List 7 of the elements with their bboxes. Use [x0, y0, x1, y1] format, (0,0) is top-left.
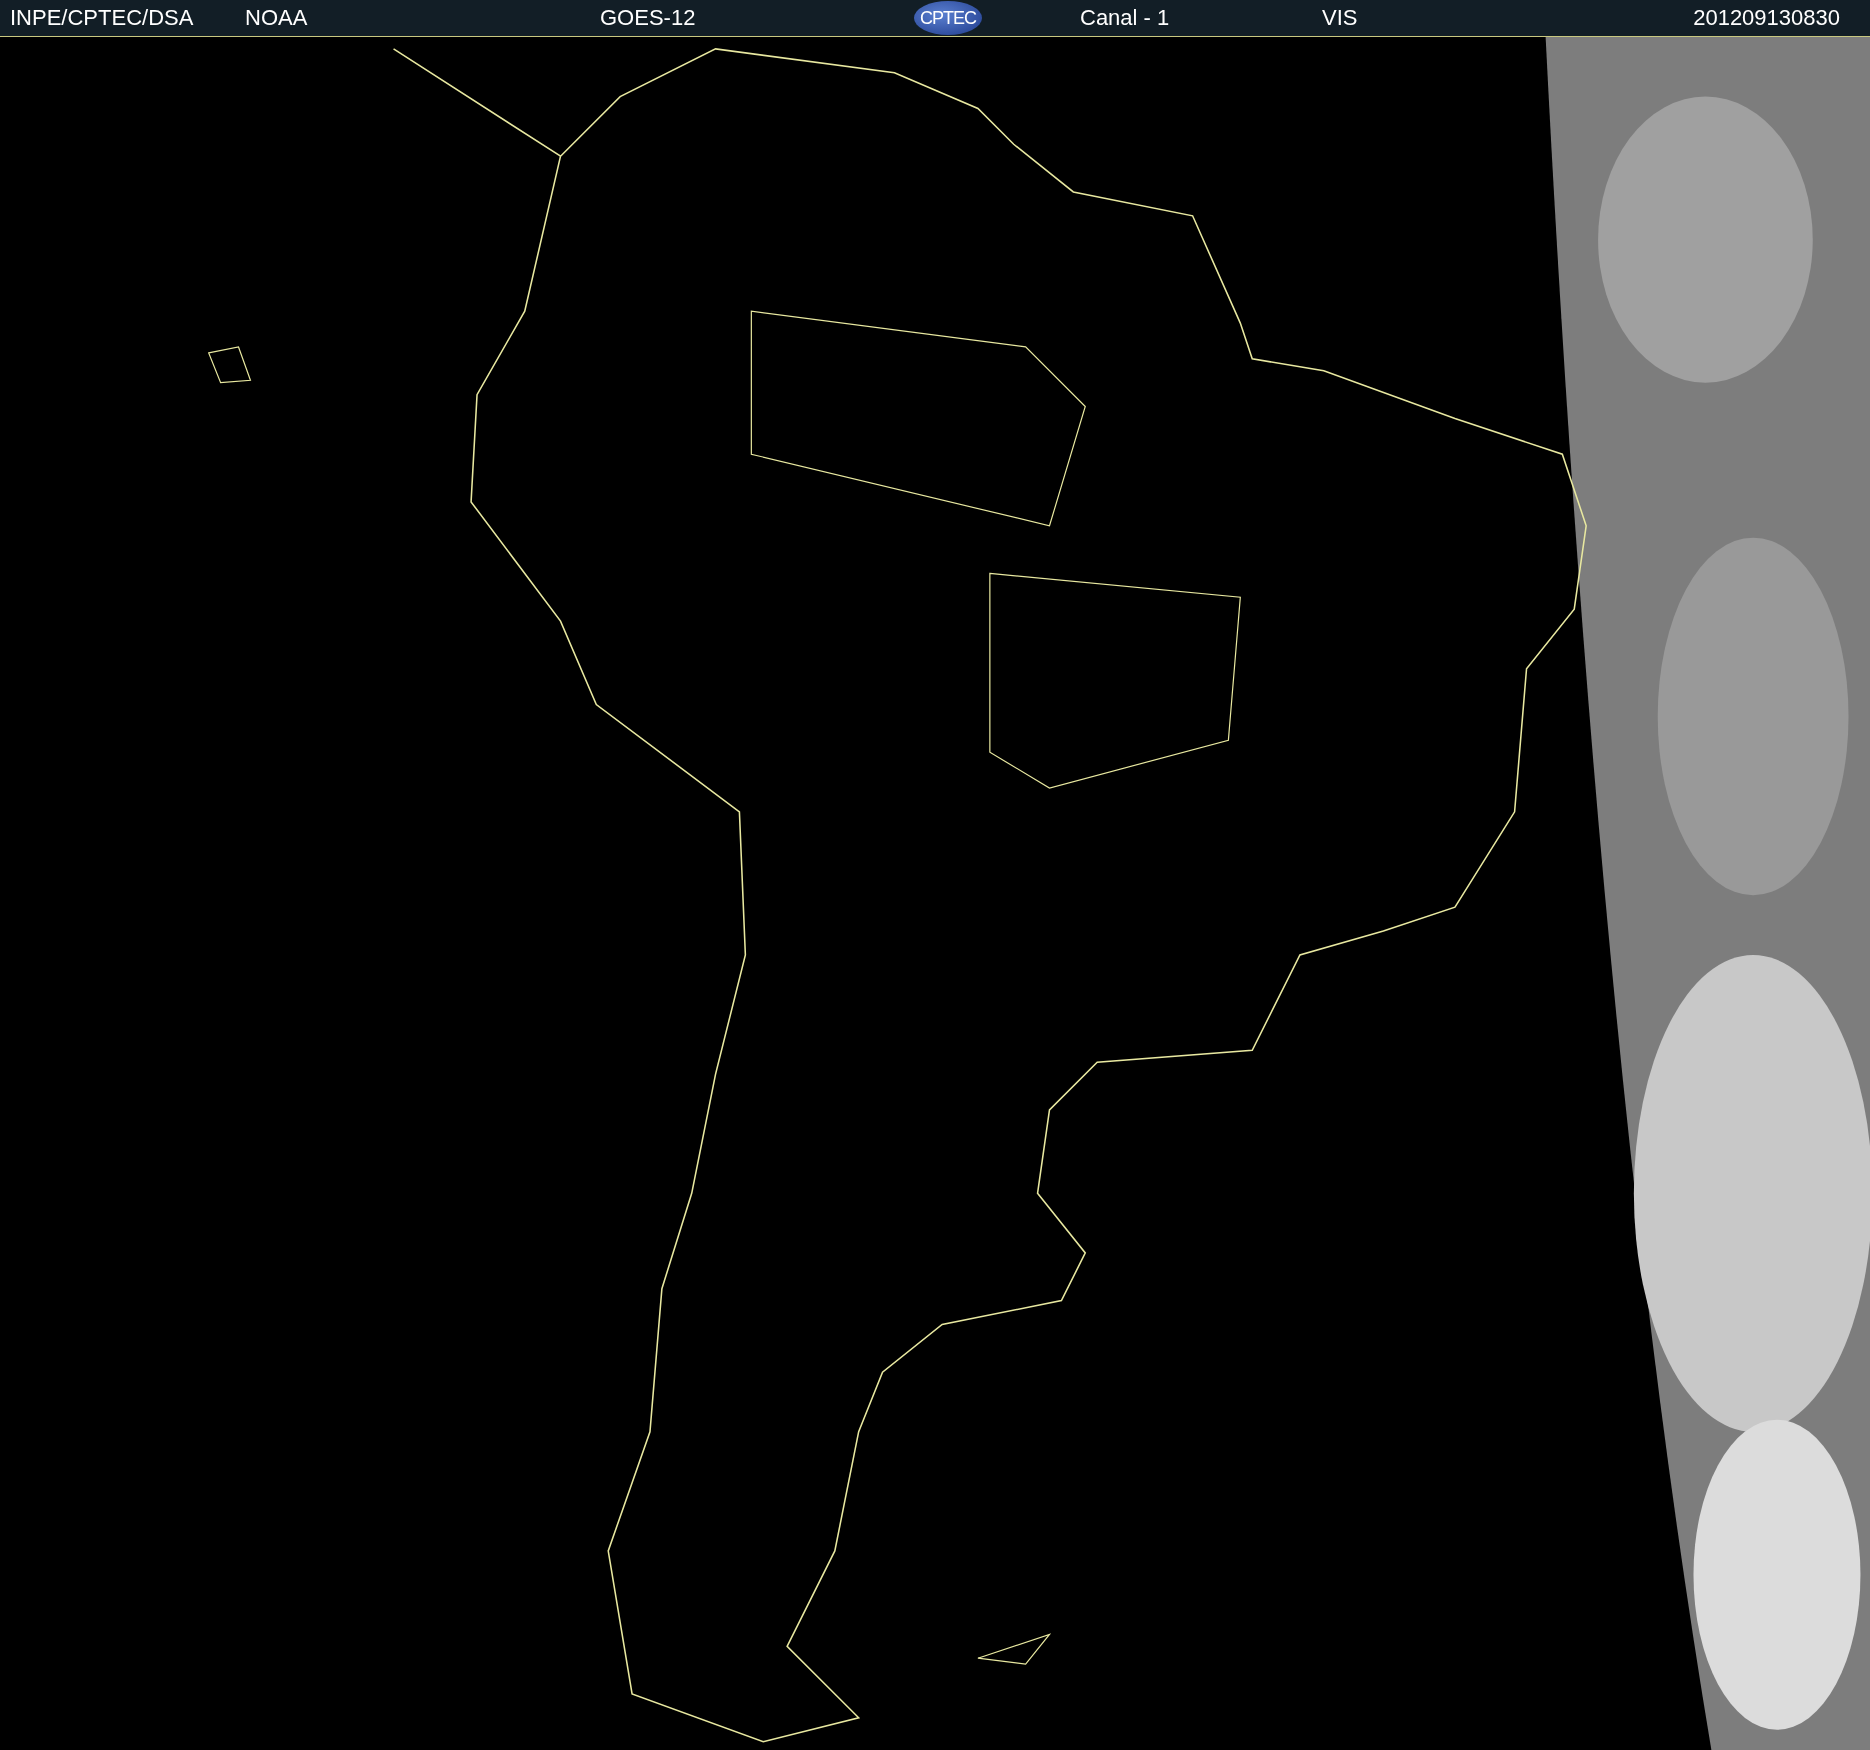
agency-label: NOAA	[245, 5, 308, 31]
source-label: INPE/CPTEC/DSA	[10, 5, 194, 31]
channel-label: Canal - 1	[1080, 5, 1170, 31]
logo: CPTEC	[914, 1, 982, 35]
band-label: VIS	[1322, 5, 1358, 31]
timestamp-label: 201209130830	[1693, 5, 1841, 31]
satellite-label: GOES-12	[600, 5, 696, 31]
